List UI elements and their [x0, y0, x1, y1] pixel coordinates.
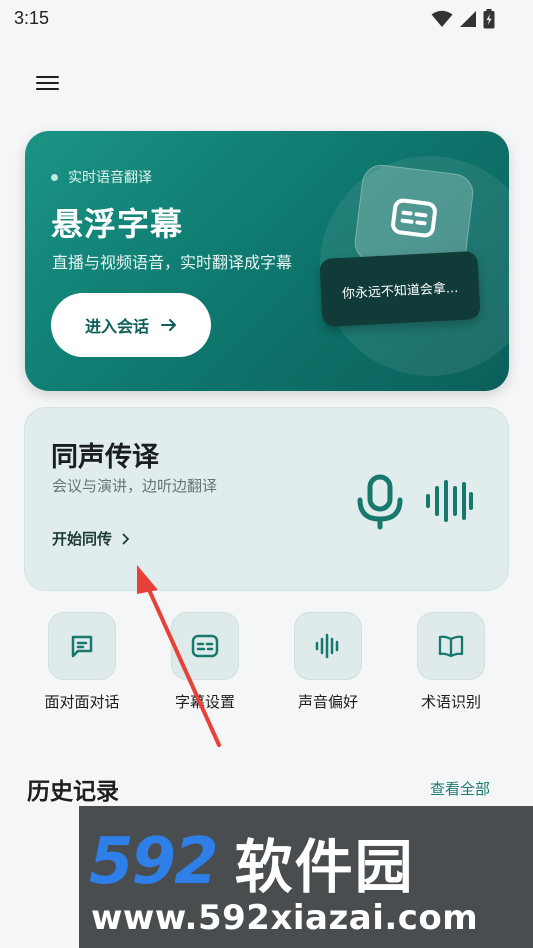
soundwave-icon — [426, 480, 473, 522]
subtitles-icon — [391, 198, 437, 238]
quick-label-term-recognition: 术语识别 — [420, 693, 481, 711]
hero-subtitle: 直播与视频语音，实时翻译成字幕 — [52, 253, 293, 272]
floating-subtitles-card[interactable]: 实时语音翻译 悬浮字幕 直播与视频语音，实时翻译成字幕 进入会话 你永远不知道会… — [25, 131, 509, 391]
battery-charging-icon — [483, 9, 495, 29]
quick-actions: 面对面对话 字幕设置 声音偏好 术语识别 — [0, 612, 533, 712]
enter-session-button[interactable]: 进入会话 — [51, 293, 211, 357]
watermark-name: 软件园 — [234, 833, 415, 901]
quick-label-face-to-face: 面对面对话 — [44, 693, 120, 711]
watermark-logo: 592 软件园 www.592xiazai.com — [79, 806, 533, 948]
chat-icon — [71, 635, 93, 658]
status-bar: 3:15 — [0, 0, 533, 38]
quick-action-voice-preference[interactable]: 声音偏好 — [273, 612, 383, 712]
dot-icon — [51, 173, 58, 181]
hero-title: 悬浮字幕 — [51, 205, 184, 243]
signal-icon — [460, 11, 476, 27]
view-all-link[interactable]: 查看全部 — [430, 778, 490, 799]
subtitles-icon — [191, 634, 219, 658]
quick-label-voice-preference: 声音偏好 — [297, 693, 358, 711]
simultaneous-interpretation-card[interactable]: 同声传译 会议与演讲，边听边翻译 开始同传 — [24, 407, 509, 591]
quick-action-subtitle-settings[interactable]: 字幕设置 — [150, 612, 260, 712]
watermark-url: www.592xiazai.com — [91, 898, 479, 938]
quick-action-face-to-face[interactable]: 面对面对话 — [27, 612, 137, 712]
quick-icon-box — [417, 612, 485, 680]
history-title: 历史记录 — [27, 779, 119, 805]
interp-subtitle: 会议与演讲，边听边翻译 — [52, 477, 218, 495]
microphone-icon — [357, 474, 403, 530]
hero-tag: 实时语音翻译 — [51, 167, 152, 187]
status-time: 3:15 — [14, 8, 50, 28]
quick-icon-box — [294, 612, 362, 680]
quick-icon-box — [48, 612, 116, 680]
enter-session-label: 进入会话 — [84, 317, 149, 336]
quick-icon-box — [171, 612, 239, 680]
waveform-icon — [315, 633, 339, 659]
hero-tag-label: 实时语音翻译 — [68, 170, 152, 186]
start-interpretation-label: 开始同传 — [52, 530, 113, 548]
status-icons — [431, 9, 495, 29]
arrow-right-icon — [161, 319, 176, 331]
watermark-number: 592 — [89, 825, 219, 899]
book-icon — [438, 635, 464, 658]
chevron-right-icon — [122, 533, 130, 544]
subtitle-preview-bubble: 你永远不知道会拿... — [319, 250, 481, 328]
wifi-icon — [431, 10, 453, 27]
start-interpretation-link[interactable]: 开始同传 — [52, 528, 130, 549]
interp-title: 同声传译 — [51, 442, 159, 473]
quick-action-term-recognition[interactable]: 术语识别 — [396, 612, 506, 712]
quick-label-subtitle-settings: 字幕设置 — [174, 693, 235, 711]
menu-icon[interactable] — [36, 72, 60, 94]
